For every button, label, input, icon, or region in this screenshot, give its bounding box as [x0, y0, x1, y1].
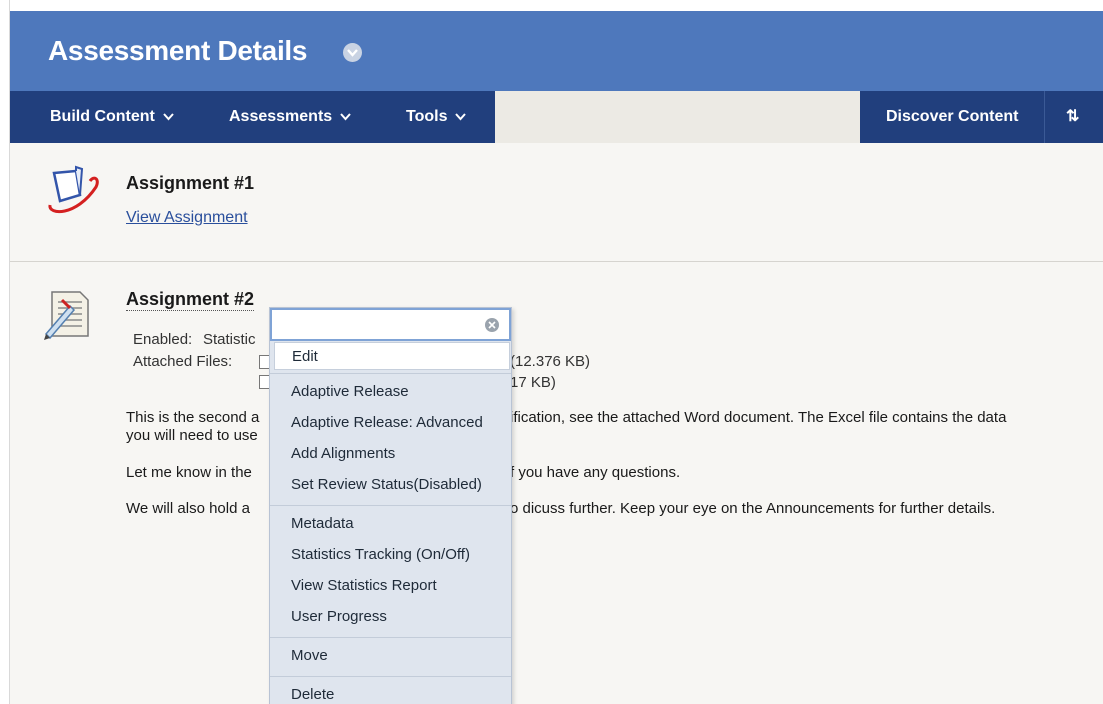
test-pencil-icon	[44, 291, 89, 340]
title-bar: Assessment Details	[10, 11, 1103, 91]
item-context-menu: Edit Adaptive Release Adaptive Release: …	[269, 307, 512, 704]
menu-item-add-alignments[interactable]: Add Alignments	[291, 445, 395, 462]
assessments-label: Assessments	[229, 108, 333, 125]
menu-item-edit[interactable]: Edit	[274, 342, 510, 370]
action-bar: Build Content Assessments Tools Discover…	[10, 91, 1103, 143]
file-size: (12.376 KB)	[510, 353, 591, 370]
description-text: Let me know in the	[126, 464, 252, 481]
chevron-down-icon	[340, 113, 351, 121]
item-title[interactable]: Assignment #2	[126, 289, 255, 311]
discover-content-button[interactable]: Discover Content	[886, 91, 1018, 143]
menu-separator	[270, 373, 511, 374]
tools-label: Tools	[406, 108, 448, 125]
page-left-border	[0, 0, 10, 704]
menu-item-statistics-tracking[interactable]: Statistics Tracking (On/Off)	[291, 546, 470, 563]
description-text: We will also hold a	[126, 500, 250, 517]
attached-files-label: Attached Files:	[133, 353, 233, 370]
enabled-label: Enabled:	[133, 331, 193, 348]
action-bar-divider	[1044, 91, 1045, 143]
chevron-down-icon	[455, 113, 467, 121]
menu-item-user-progress[interactable]: User Progress	[291, 608, 387, 625]
menu-item-adaptive-release-advanced[interactable]: Adaptive Release: Advanced	[291, 414, 483, 431]
menu-item-metadata[interactable]: Metadata	[291, 515, 354, 532]
menu-filter-input[interactable]	[270, 308, 511, 341]
menu-separator	[270, 505, 511, 506]
content-area: Assessment Details Build Content Assessm…	[10, 11, 1103, 704]
page-title: Assessment Details	[48, 35, 308, 66]
menu-item-label: Edit	[292, 348, 318, 365]
assignment-icon	[48, 165, 99, 213]
menu-item-delete[interactable]: Delete	[291, 686, 334, 703]
build-content-label: Build Content	[50, 108, 155, 125]
build-content-menu[interactable]: Build Content	[50, 91, 174, 143]
file-size: 17 KB)	[510, 374, 556, 391]
item-title[interactable]: Assignment #1	[126, 173, 254, 194]
description-text: ification, see the attached Word documen…	[510, 409, 1007, 426]
assessments-menu[interactable]: Assessments	[229, 91, 351, 143]
action-bar-spacer	[495, 91, 860, 143]
menu-item-view-statistics-report[interactable]: View Statistics Report	[291, 577, 437, 594]
title-options-chevron-icon[interactable]	[343, 43, 362, 62]
description-text: you will need to use	[126, 427, 258, 444]
chevron-down-icon	[163, 113, 174, 121]
description-text: f you have any questions.	[510, 464, 681, 481]
enabled-value: Statistic	[203, 331, 256, 348]
description-text: o dicuss further. Keep your eye on the A…	[510, 500, 996, 517]
reorder-icon[interactable]: ⇅	[1066, 91, 1079, 143]
content-item-assignment-1: Assignment #1 View Assignment	[10, 143, 1103, 262]
clear-icon[interactable]	[485, 318, 499, 332]
menu-separator	[270, 637, 511, 638]
menu-item-set-review-status[interactable]: Set Review Status(Disabled)	[291, 476, 482, 493]
tools-menu[interactable]: Tools	[406, 91, 467, 143]
menu-item-move[interactable]: Move	[291, 647, 328, 664]
menu-item-adaptive-release[interactable]: Adaptive Release	[291, 383, 409, 400]
menu-separator	[270, 676, 511, 677]
description-text: This is the second a	[126, 409, 260, 426]
view-assignment-link[interactable]: View Assignment	[126, 209, 248, 227]
